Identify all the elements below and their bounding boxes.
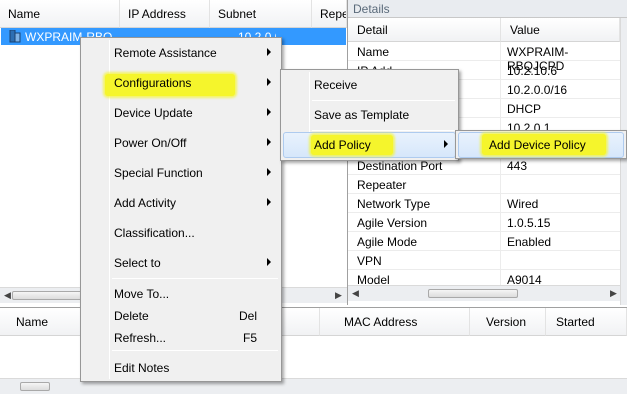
menu-label: Save as Template bbox=[314, 108, 410, 122]
column-label: Detail bbox=[357, 23, 388, 37]
detail-key: Destination Port bbox=[357, 159, 443, 173]
menu-item-remote-assistance[interactable]: Remote Assistance bbox=[83, 40, 279, 66]
menu-label: Delete bbox=[114, 309, 149, 323]
column-header-repeater[interactable]: Repe bbox=[312, 0, 347, 28]
detail-value: DHCP bbox=[507, 102, 542, 116]
shortcut-label: F5 bbox=[242, 331, 257, 345]
chevron-right-icon bbox=[267, 108, 271, 116]
menu-label: Power On/Off bbox=[114, 136, 187, 150]
scroll-right-icon[interactable]: ▶ bbox=[335, 290, 342, 301]
vertical-scrollbar[interactable] bbox=[620, 18, 627, 305]
menu-separator bbox=[112, 350, 278, 351]
detail-key: Agile Version bbox=[357, 216, 428, 230]
detail-key: Repeater bbox=[357, 178, 407, 192]
menu-label: Add Policy bbox=[314, 138, 371, 152]
details-horizontal-scrollbar[interactable]: ◀ ▶ bbox=[348, 285, 620, 301]
column-header-name[interactable]: Name bbox=[0, 0, 120, 28]
column-label: Repe bbox=[320, 7, 347, 21]
menu-item-refresh[interactable]: Refresh... F5 bbox=[83, 325, 279, 351]
detail-value: 443 bbox=[507, 159, 528, 173]
menu-item-device-update[interactable]: Device Update bbox=[83, 100, 279, 126]
menu-label: Device Update bbox=[114, 106, 193, 120]
details-title: Details bbox=[348, 0, 627, 18]
chevron-right-icon bbox=[267, 168, 271, 176]
scroll-left-icon[interactable]: ◀ bbox=[352, 288, 359, 299]
computer-icon bbox=[9, 30, 21, 43]
column-label: Name bbox=[8, 7, 41, 21]
column-label: IP Address bbox=[128, 7, 186, 21]
menu-item-configurations[interactable]: Configurations bbox=[83, 70, 279, 96]
menu-separator bbox=[312, 130, 455, 131]
configurations-submenu: Receive Save as Template Add Policy bbox=[280, 69, 459, 161]
detail-key: Agile Mode bbox=[357, 235, 418, 249]
chevron-right-icon bbox=[267, 48, 271, 56]
menu-label: Special Function bbox=[114, 166, 203, 180]
menu-item-select-to[interactable]: Select to bbox=[83, 250, 279, 276]
menu-label: Configurations bbox=[114, 76, 192, 90]
menu-label: Add Activity bbox=[114, 196, 177, 210]
detail-value: 10.2.10.6 bbox=[507, 64, 558, 78]
menu-label: Refresh... bbox=[114, 331, 167, 345]
detail-value: Enabled bbox=[507, 235, 552, 249]
chevron-right-icon bbox=[267, 138, 271, 146]
chevron-right-icon bbox=[444, 140, 448, 148]
column-label: MAC Address bbox=[344, 315, 418, 329]
chevron-right-icon bbox=[267, 198, 271, 206]
detail-value: 10.2.0.0/16 bbox=[507, 83, 568, 97]
detail-row[interactable]: Repeater bbox=[348, 175, 620, 194]
detail-key: Name bbox=[357, 45, 390, 59]
detail-value: 1.0.5.15 bbox=[507, 216, 551, 230]
scrollbar-thumb[interactable] bbox=[20, 382, 50, 391]
menu-item-edit-notes[interactable]: Edit Notes bbox=[83, 355, 279, 381]
column-label: Name bbox=[16, 315, 49, 329]
menu-label: Move To... bbox=[114, 287, 170, 301]
menu-item-classification[interactable]: Classification... bbox=[83, 220, 279, 246]
column-header-mac[interactable]: MAC Address bbox=[320, 308, 470, 336]
menu-item-power[interactable]: Power On/Off bbox=[83, 130, 279, 156]
detail-key: Network Type bbox=[357, 197, 431, 211]
detail-row[interactable]: VPN bbox=[348, 251, 620, 270]
detail-key: VPN bbox=[357, 254, 382, 268]
menu-label: Edit Notes bbox=[114, 361, 170, 375]
scrollbar-thumb[interactable] bbox=[12, 291, 82, 300]
menu-item-add-policy-label: Add Policy bbox=[283, 132, 456, 158]
menu-item-special-function[interactable]: Special Function bbox=[83, 160, 279, 186]
scrollbar-thumb[interactable] bbox=[428, 289, 518, 298]
detail-row[interactable]: Name WXPRAIM-RBQJCPD bbox=[348, 42, 620, 73]
detail-row[interactable]: Agile Version 1.0.5.15 bbox=[348, 213, 620, 232]
menu-separator bbox=[312, 100, 455, 101]
scroll-left-icon[interactable]: ◀ bbox=[4, 290, 11, 301]
menu-label: Select to bbox=[114, 256, 161, 270]
chevron-right-icon bbox=[267, 258, 271, 266]
column-label: Version bbox=[486, 315, 527, 329]
column-label: Started bbox=[556, 315, 595, 329]
column-header-version[interactable]: Version bbox=[470, 308, 546, 336]
detail-value: Wired bbox=[507, 197, 539, 211]
detail-row[interactable]: Model A9014 bbox=[348, 270, 620, 286]
context-menu: Remote Assistance Configurations Device … bbox=[80, 37, 282, 382]
menu-item-add-device-policy-label: Add Device Policy bbox=[458, 132, 624, 158]
menu-label: Add Device Policy bbox=[489, 138, 586, 152]
shortcut-label: Del bbox=[238, 309, 257, 323]
column-header-subnet[interactable]: Subnet bbox=[210, 0, 312, 28]
column-header-detail[interactable]: Detail bbox=[348, 18, 501, 42]
menu-item-save-template[interactable]: Save as Template bbox=[283, 102, 456, 128]
detail-row[interactable]: Agile Mode Enabled bbox=[348, 232, 620, 251]
menu-item-add-activity[interactable]: Add Activity bbox=[83, 190, 279, 216]
menu-label: Remote Assistance bbox=[114, 46, 217, 60]
scroll-right-icon[interactable]: ▶ bbox=[610, 288, 617, 299]
chevron-right-icon bbox=[267, 78, 271, 86]
menu-separator bbox=[112, 278, 278, 279]
detail-row[interactable]: Network Type Wired bbox=[348, 194, 620, 213]
policy-submenu: Add Device Policy bbox=[455, 130, 627, 159]
menu-label: Classification... bbox=[114, 226, 195, 240]
column-label: Value bbox=[510, 23, 540, 37]
column-header-ip[interactable]: IP Address bbox=[120, 0, 210, 28]
menu-label: Receive bbox=[314, 78, 358, 92]
column-label: Subnet bbox=[218, 7, 257, 21]
column-header-value[interactable]: Value bbox=[501, 18, 620, 42]
menu-item-receive[interactable]: Receive bbox=[283, 72, 456, 98]
column-header-started[interactable]: Started bbox=[546, 308, 627, 336]
